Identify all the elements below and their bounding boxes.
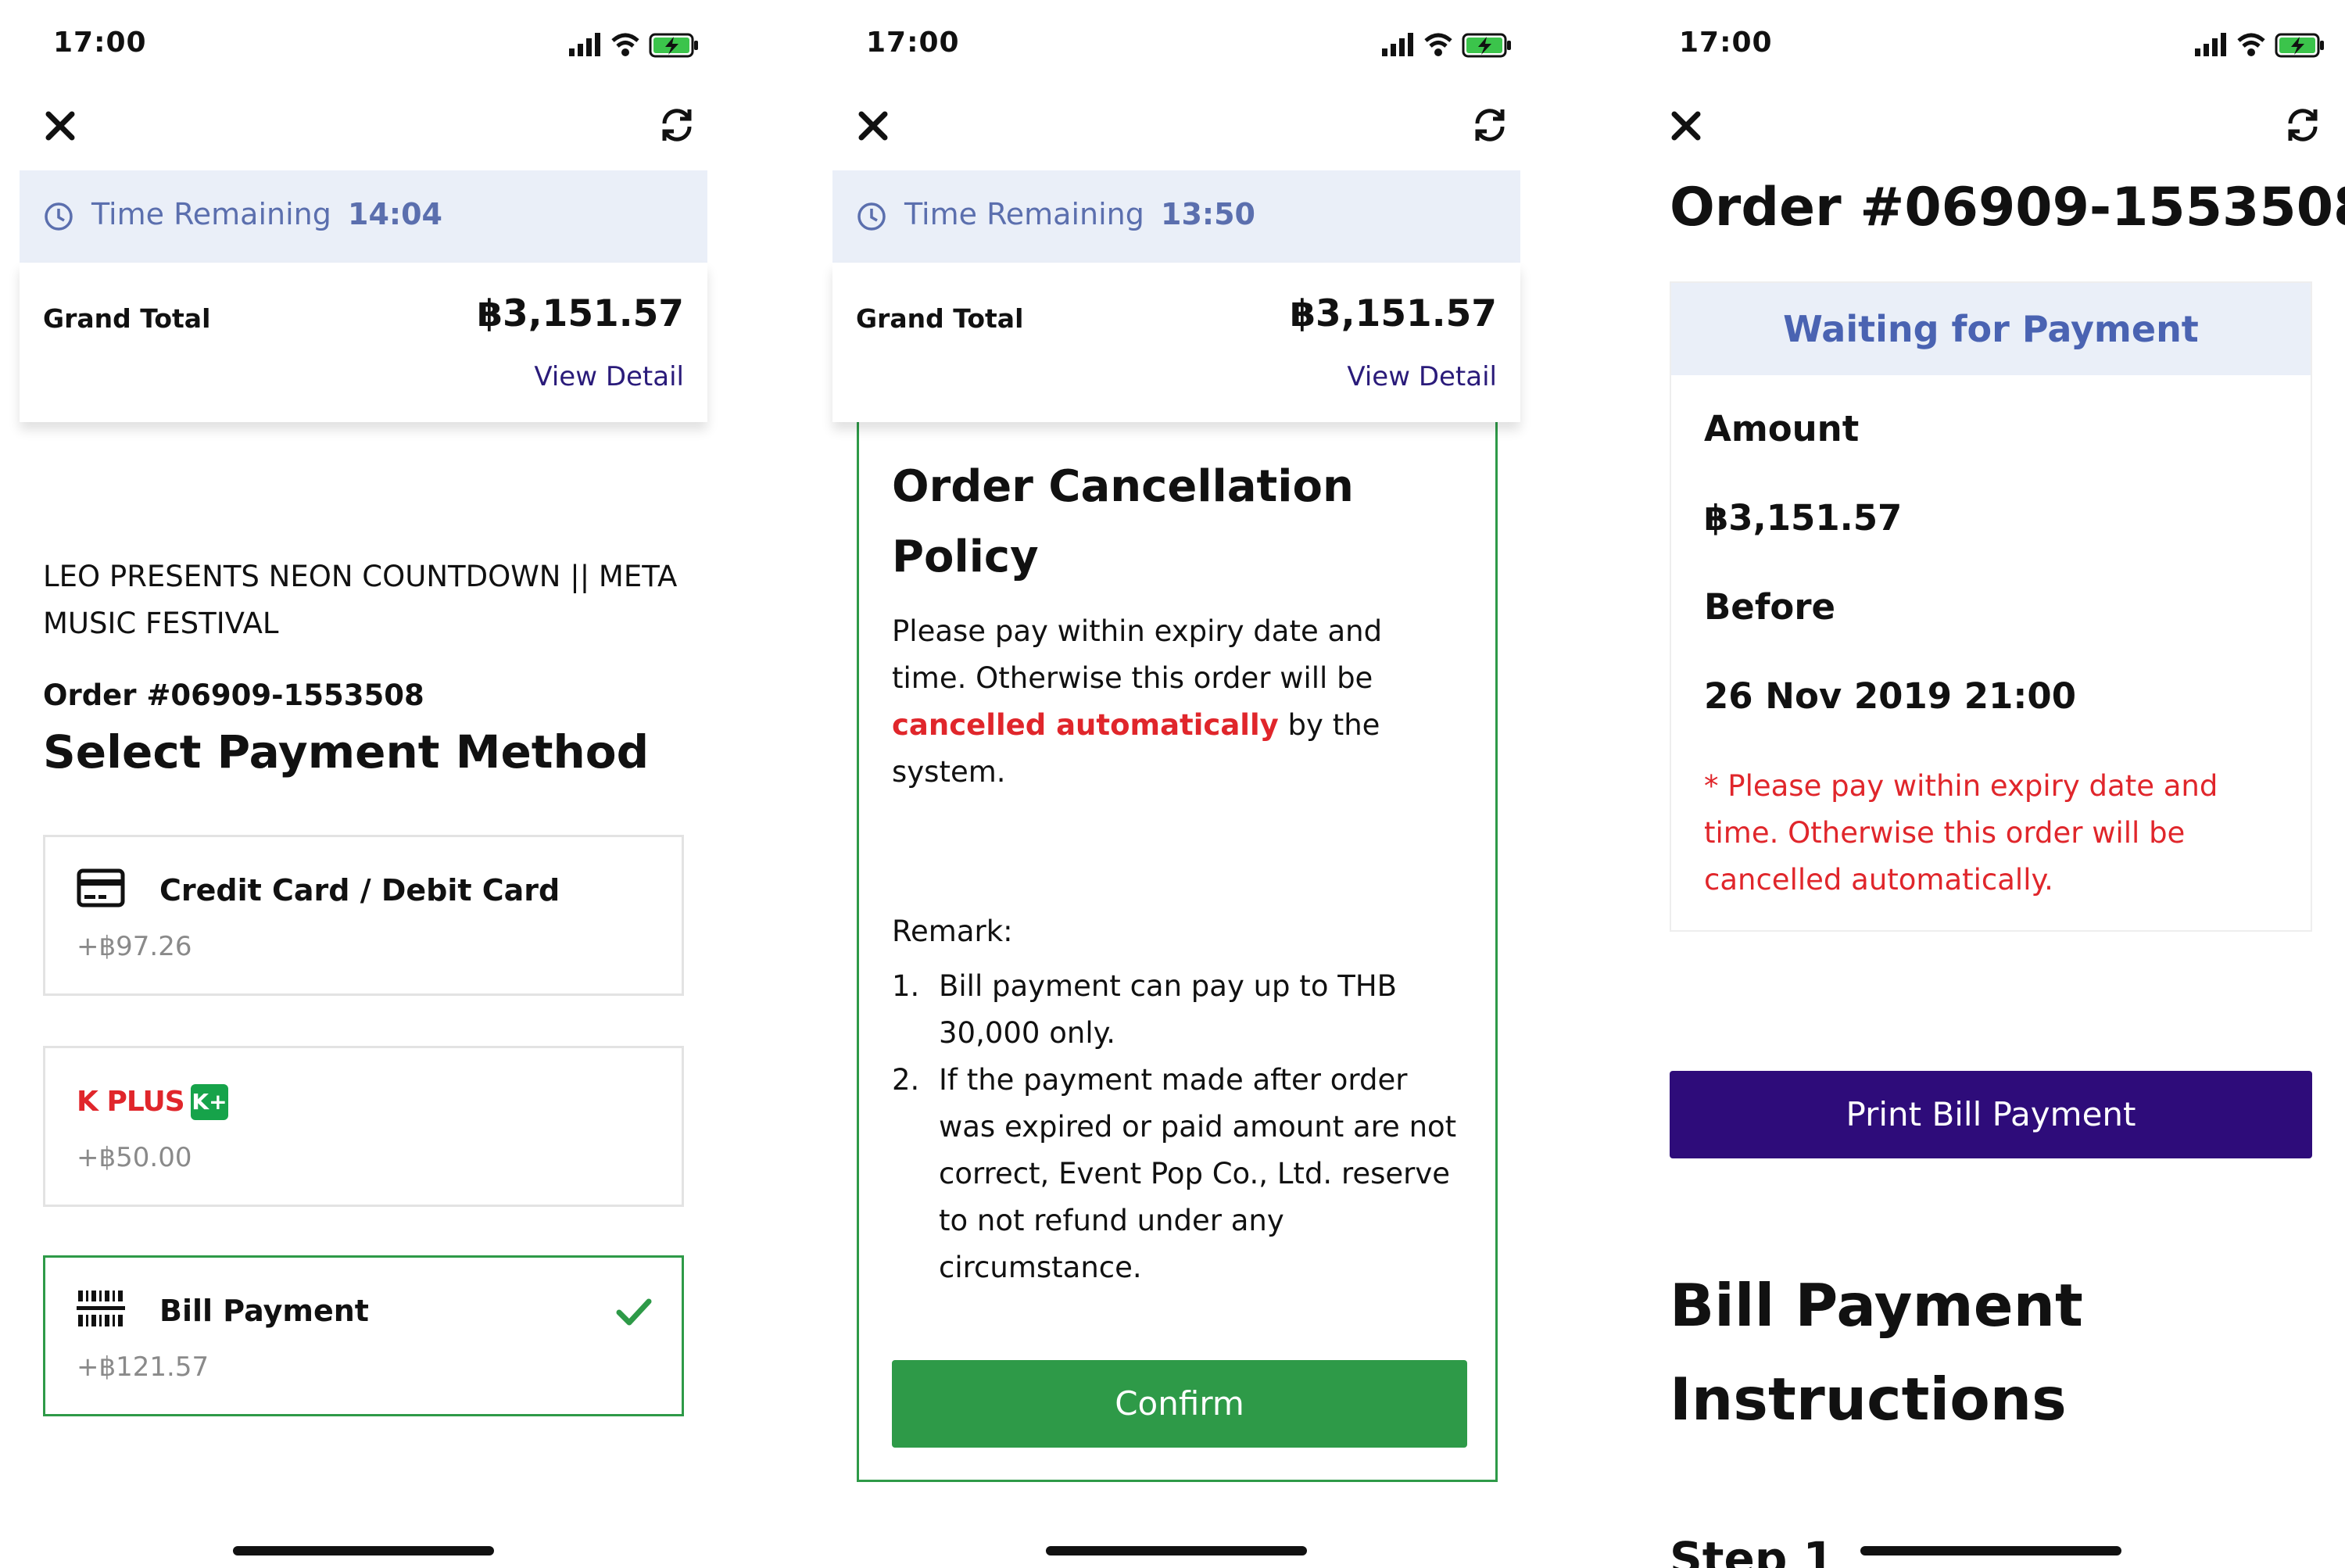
status-bar: 17:00 <box>0 0 782 88</box>
order-title: Order #06909-1553508 <box>1670 177 2345 238</box>
amount-label: Amount <box>1704 408 1860 449</box>
close-icon[interactable] <box>1670 109 1702 142</box>
battery-charging-icon <box>649 33 698 58</box>
refresh-icon[interactable] <box>2284 106 2322 144</box>
policy-highlight: cancelled automatically <box>892 708 1279 742</box>
clock-icon <box>45 202 73 231</box>
wifi-icon <box>611 33 639 56</box>
kplus-logo: K PLUS <box>77 1086 185 1118</box>
status-bar: 17:00 <box>1626 0 2345 88</box>
payment-status-header: Waiting for Payment <box>1671 283 2311 375</box>
policy-title: Order Cancellation Policy <box>892 461 1354 582</box>
payment-option-kplus[interactable]: K PLUS K+ +฿50.00 <box>43 1046 684 1207</box>
status-icons <box>2195 33 2324 58</box>
payment-status-card: Waiting for Payment Amount ฿3,151.57 Bef… <box>1670 281 2312 932</box>
status-time: 17:00 <box>866 27 960 59</box>
view-detail-link[interactable]: View Detail <box>1347 361 1497 392</box>
refresh-icon[interactable] <box>1471 106 1509 144</box>
grand-total-panel: Grand Total ฿3,151.57 View Detail <box>832 263 1520 422</box>
event-title: LEO PRESENTS NEON COUNTDOWN || META MUSI… <box>43 560 678 640</box>
remark-text: If the payment made after order was expi… <box>939 1063 1457 1284</box>
order-number: Order #06909-1553508 <box>43 678 424 712</box>
cancellation-policy-dialog: Order Cancellation Policy Please pay wit… <box>857 422 1498 1482</box>
expiry-warning: * Please pay within expiry date and time… <box>1704 769 2218 897</box>
close-icon[interactable] <box>44 109 77 142</box>
deadline-value: 26 Nov 2019 21:00 <box>1704 675 2077 717</box>
grand-total-amount: ฿3,151.57 <box>1290 292 1497 335</box>
remark-label: Remark: <box>892 915 1013 948</box>
status-icons <box>1382 33 1511 58</box>
grand-total-amount: ฿3,151.57 <box>477 292 684 335</box>
time-remaining-value: 14:04 <box>348 197 442 231</box>
time-remaining-label: Time Remaining <box>91 197 331 231</box>
before-label: Before <box>1704 586 1836 628</box>
view-detail-link[interactable]: View Detail <box>534 361 684 392</box>
cellular-signal-icon <box>1382 33 1413 56</box>
payment-option-fee: +฿97.26 <box>77 931 192 962</box>
wifi-icon <box>1424 33 1452 56</box>
status-icons <box>569 33 698 58</box>
step-label: Step 1 <box>1670 1532 1835 1568</box>
instructions-title: Bill Payment Instructions <box>1670 1271 2083 1434</box>
grand-total-panel: Grand Total ฿3,151.57 View Detail <box>20 263 707 422</box>
amount-value: ฿3,151.57 <box>1704 497 1903 539</box>
payment-method-screen: 17:00 Time Remaining 14:04 Grand Total ฿… <box>0 0 782 1568</box>
remark-item: 2. If the payment made after order was ex… <box>892 1057 1462 1291</box>
grand-total-label: Grand Total <box>43 303 211 334</box>
cancellation-policy-screen: 17:00 Time Remaining 13:50 Order Cancell… <box>813 0 1595 1568</box>
page-title: Select Payment Method <box>43 725 650 779</box>
remark-number: 2. <box>892 1063 920 1097</box>
battery-charging-icon <box>1462 33 1511 58</box>
bill-payment-screen: 17:00 Order #06909-1553508 Waiting for P… <box>1626 0 2345 1568</box>
wifi-icon <box>2237 33 2265 56</box>
time-remaining-label: Time Remaining <box>904 197 1144 231</box>
remark-number: 1. <box>892 969 920 1003</box>
battery-charging-icon <box>2275 33 2324 58</box>
policy-body: Please pay within expiry date and time. … <box>892 608 1462 796</box>
payment-option-fee: +฿121.57 <box>77 1351 209 1383</box>
status-time: 17:00 <box>53 27 147 59</box>
cellular-signal-icon <box>2195 33 2226 56</box>
payment-option-fee: +฿50.00 <box>77 1142 192 1173</box>
home-indicator[interactable] <box>1860 1546 2121 1555</box>
checkmark-icon <box>616 1298 652 1326</box>
kplus-badge-icon: K+ <box>191 1084 228 1120</box>
time-remaining-bar: Time Remaining 14:04 <box>20 170 707 263</box>
remark-item: 1. Bill payment can pay up to THB 30,000 … <box>892 963 1462 1057</box>
credit-card-icon <box>77 868 125 908</box>
time-remaining-bar: Time Remaining 13:50 <box>832 170 1520 263</box>
grand-total-label: Grand Total <box>856 303 1024 334</box>
status-bar: 17:00 <box>813 0 1595 88</box>
remark-list: 1. Bill payment can pay up to THB 30,000 … <box>892 963 1462 1291</box>
home-indicator[interactable] <box>233 1546 494 1555</box>
remark-text: Bill payment can pay up to THB 30,000 on… <box>939 969 1398 1050</box>
clock-icon <box>857 202 886 231</box>
policy-text: Please pay within expiry date and time. … <box>892 614 1383 695</box>
close-icon[interactable] <box>857 109 890 142</box>
payment-option-credit-card[interactable]: Credit Card / Debit Card +฿97.26 <box>43 835 684 996</box>
print-bill-payment-button[interactable]: Print Bill Payment <box>1670 1071 2312 1158</box>
home-indicator[interactable] <box>1046 1546 1307 1555</box>
payment-option-name: Bill Payment <box>159 1294 369 1328</box>
status-time: 17:00 <box>1679 27 1773 59</box>
barcode-icon <box>77 1291 125 1326</box>
cellular-signal-icon <box>569 33 600 56</box>
payment-option-name: Credit Card / Debit Card <box>159 873 560 908</box>
confirm-button[interactable]: Confirm <box>892 1360 1467 1448</box>
time-remaining-value: 13:50 <box>1161 197 1255 231</box>
refresh-icon[interactable] <box>658 106 696 144</box>
payment-option-bill-payment[interactable]: Bill Payment +฿121.57 <box>43 1255 684 1416</box>
